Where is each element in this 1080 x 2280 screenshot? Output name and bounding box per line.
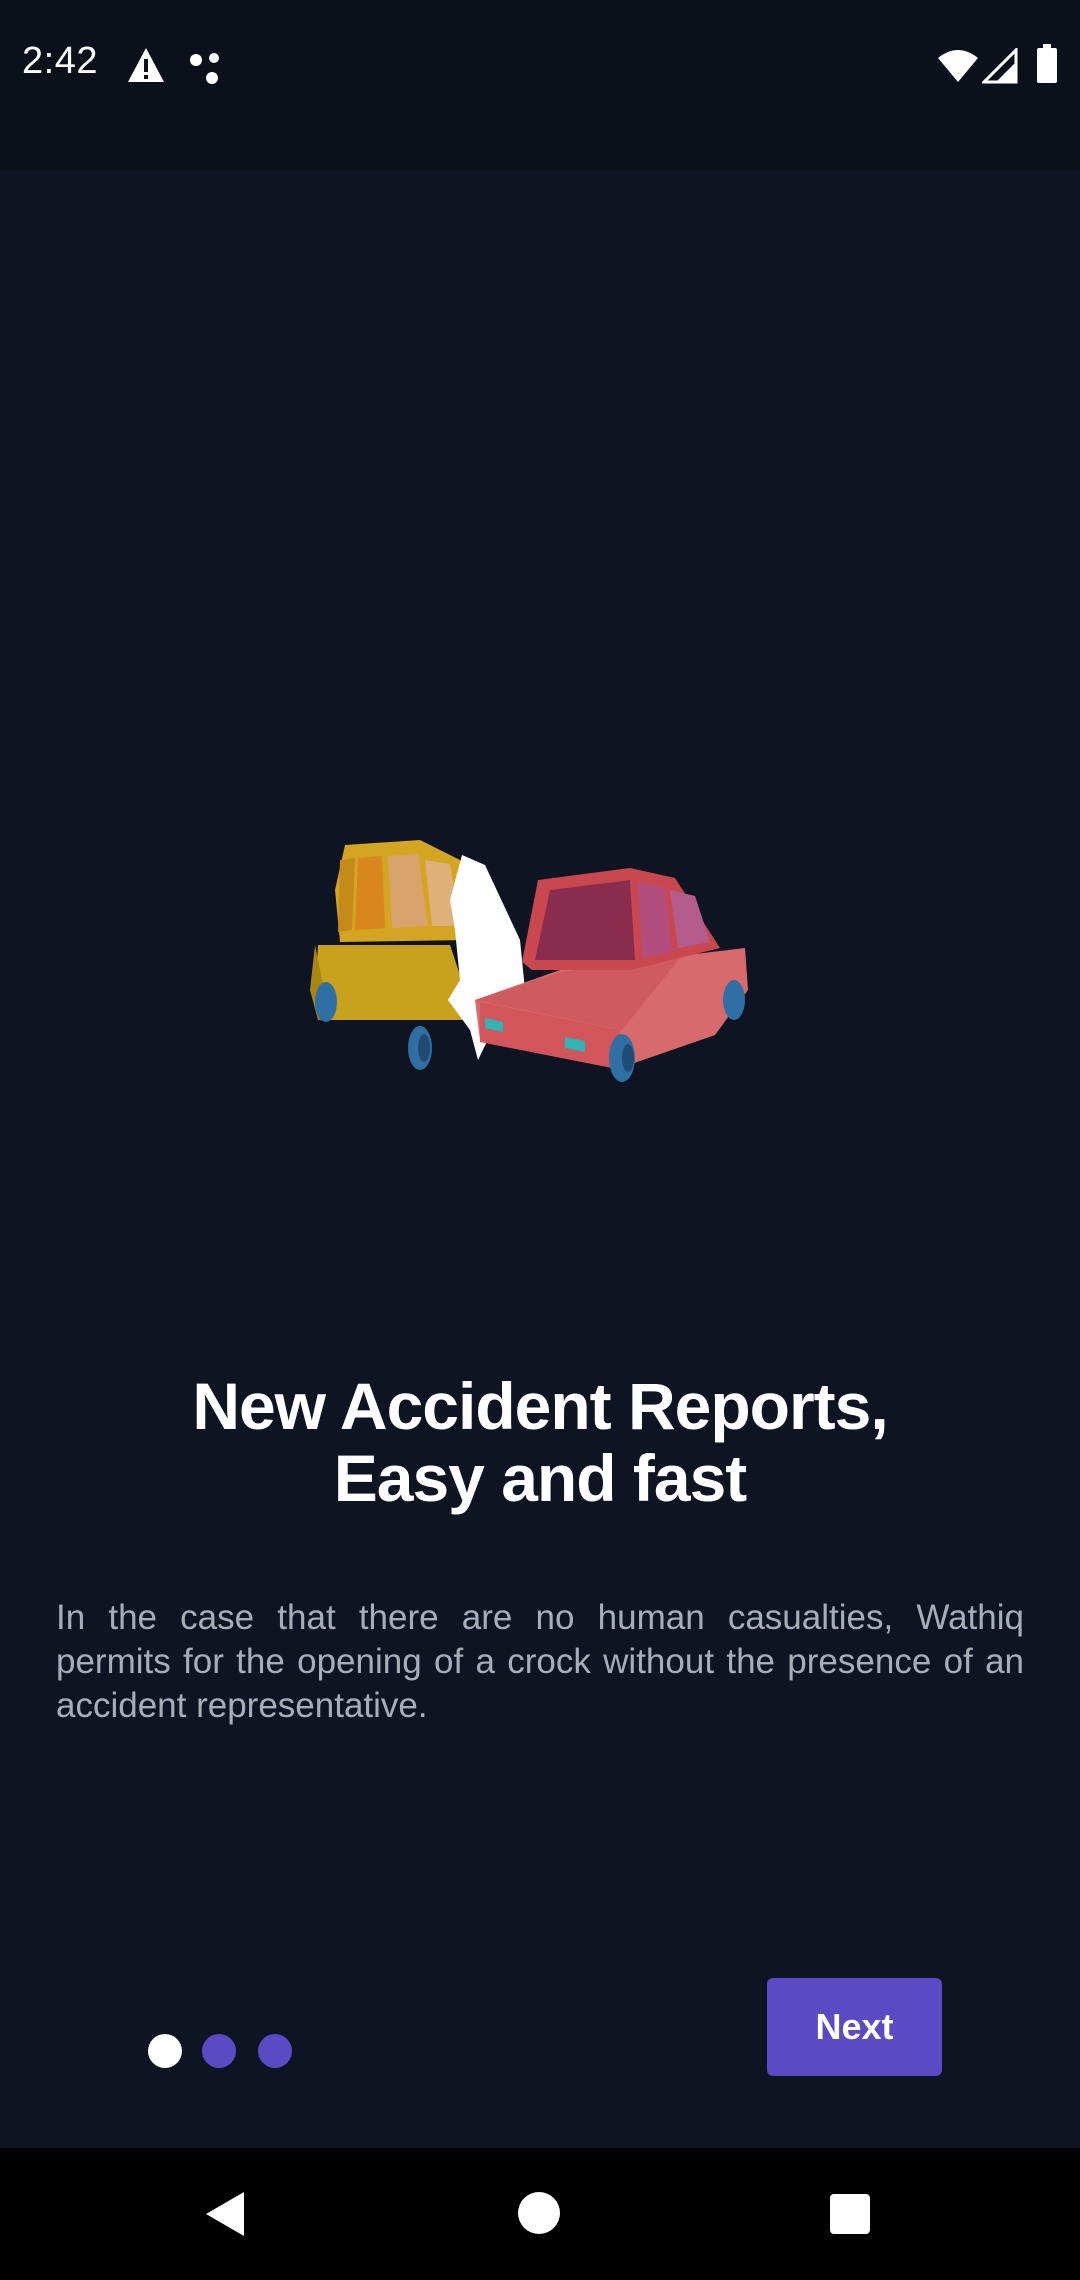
page-dot-1-active[interactable] — [148, 2034, 182, 2068]
warning-icon — [128, 48, 164, 82]
yellow-car — [310, 840, 475, 1070]
dots-icon — [190, 53, 219, 84]
next-button[interactable]: Next — [767, 1978, 942, 2076]
recents-icon[interactable] — [830, 2194, 870, 2234]
status-time: 2:42 — [22, 40, 98, 82]
car-collision-illustration — [310, 840, 748, 1082]
wifi-icon — [938, 50, 978, 82]
home-icon[interactable] — [518, 2192, 560, 2234]
page-dot-2[interactable] — [202, 2034, 236, 2068]
onboarding-title: New Accident Reports, Easy and fast — [60, 1370, 1020, 1514]
onboarding-description: In the case that there are no human casu… — [56, 1598, 1024, 1725]
onboarding-screen: 2:42 New Accident Reports, Easy and fast… — [0, 0, 1080, 2280]
signal-icon — [982, 48, 1018, 84]
page-dot-3[interactable] — [258, 2034, 292, 2068]
onboarding-title-line-1: New Accident Reports, — [192, 1369, 888, 1443]
back-icon[interactable] — [204, 2190, 248, 2238]
onboarding-title-line-2: Easy and fast — [333, 1441, 748, 1515]
status-bar: 2:42 — [0, 0, 1080, 170]
battery-icon — [1037, 44, 1057, 83]
system-nav-bar — [0, 2148, 1080, 2280]
